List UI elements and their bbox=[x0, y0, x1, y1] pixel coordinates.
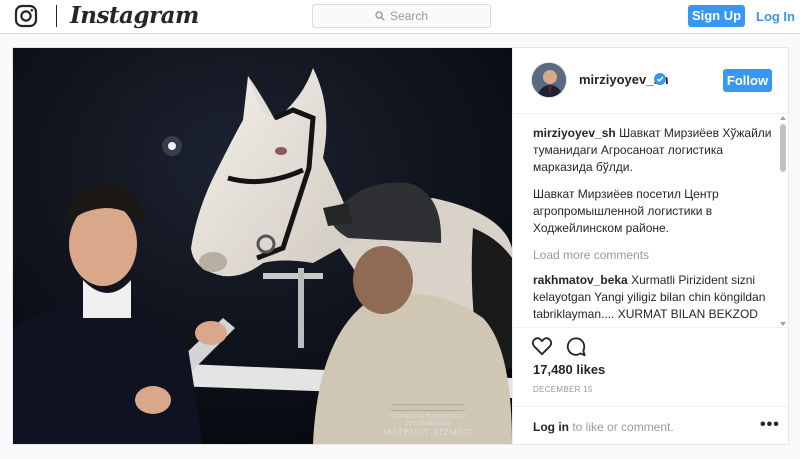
caption-comment-continued: Шавкат Мирзиёев посетил Центр агропромыш… bbox=[533, 186, 773, 237]
search-icon bbox=[375, 11, 385, 21]
instagram-glyph-icon[interactable] bbox=[14, 4, 38, 28]
watermark-line1: Ozbekiston Respublikasi Prezidentining bbox=[389, 413, 467, 427]
scroll-down-arrow-icon[interactable] bbox=[780, 322, 786, 326]
scroll-up-arrow-icon[interactable] bbox=[780, 116, 786, 120]
login-prompt-row: Log in to like or comment. ••• bbox=[513, 406, 789, 445]
log-in-link[interactable]: Log In bbox=[756, 9, 795, 24]
watermark-line2: MATBUOT XIZMATI bbox=[383, 428, 473, 437]
scrollbar-thumb[interactable] bbox=[780, 124, 786, 172]
top-navigation-bar: Instagram Search Sign Up Log In bbox=[0, 0, 800, 34]
login-prompt-text: to like or comment. bbox=[569, 420, 674, 434]
follow-button[interactable]: Follow bbox=[723, 69, 772, 92]
logo-divider bbox=[56, 5, 57, 27]
post-card: Ozbekiston Respublikasi Prezidentining M… bbox=[12, 47, 789, 445]
log-in-inline-link[interactable]: Log in bbox=[533, 420, 569, 434]
post-sidebar: mirziyoyev_sh Follow mirziyoyev_sh Шавка… bbox=[512, 48, 789, 444]
comment-text: Шавкат Мирзиёев посетил Центр агропромыш… bbox=[533, 187, 719, 235]
comment-username[interactable]: mirziyoyev_sh bbox=[533, 126, 616, 140]
avatar[interactable] bbox=[531, 62, 567, 98]
instagram-wordmark[interactable]: Instagram bbox=[70, 2, 199, 29]
load-more-comments-button[interactable]: Load more comments bbox=[533, 247, 773, 264]
search-placeholder: Search bbox=[389, 9, 429, 23]
sign-up-button[interactable]: Sign Up bbox=[688, 5, 745, 27]
post-photo[interactable]: Ozbekiston Respublikasi Prezidentining M… bbox=[13, 48, 512, 444]
photo-illustration bbox=[13, 48, 512, 444]
comment-list[interactable]: mirziyoyev_sh Шавкат Мирзиёев Хўжайли ту… bbox=[533, 125, 773, 322]
caption-comment: mirziyoyev_sh Шавкат Мирзиёев Хўжайли ту… bbox=[533, 125, 773, 176]
avatar-portrait bbox=[532, 63, 566, 97]
heart-icon[interactable] bbox=[531, 336, 553, 356]
post-actions: 17,480 likes DECEMBER 15 Log in to like … bbox=[513, 327, 789, 444]
reply-comment: rakhmatov_beka Xurmatli Pirizident sizni… bbox=[533, 272, 773, 322]
post-header: mirziyoyev_sh Follow bbox=[513, 48, 789, 114]
like-count[interactable]: 17,480 likes bbox=[533, 362, 605, 377]
post-date[interactable]: DECEMBER 15 bbox=[533, 385, 593, 394]
more-options-icon[interactable]: ••• bbox=[760, 416, 780, 434]
comments-scrollbar[interactable] bbox=[779, 115, 787, 327]
login-prompt: Log in to like or comment. bbox=[533, 420, 674, 434]
watermark-logo bbox=[391, 404, 465, 411]
press-service-watermark: Ozbekiston Respublikasi Prezidentining M… bbox=[378, 404, 478, 437]
comment-username[interactable]: rakhmatov_beka bbox=[533, 273, 628, 287]
search-input[interactable]: Search bbox=[312, 4, 491, 28]
verified-badge-icon bbox=[654, 73, 666, 85]
comment-icon[interactable] bbox=[565, 336, 587, 358]
